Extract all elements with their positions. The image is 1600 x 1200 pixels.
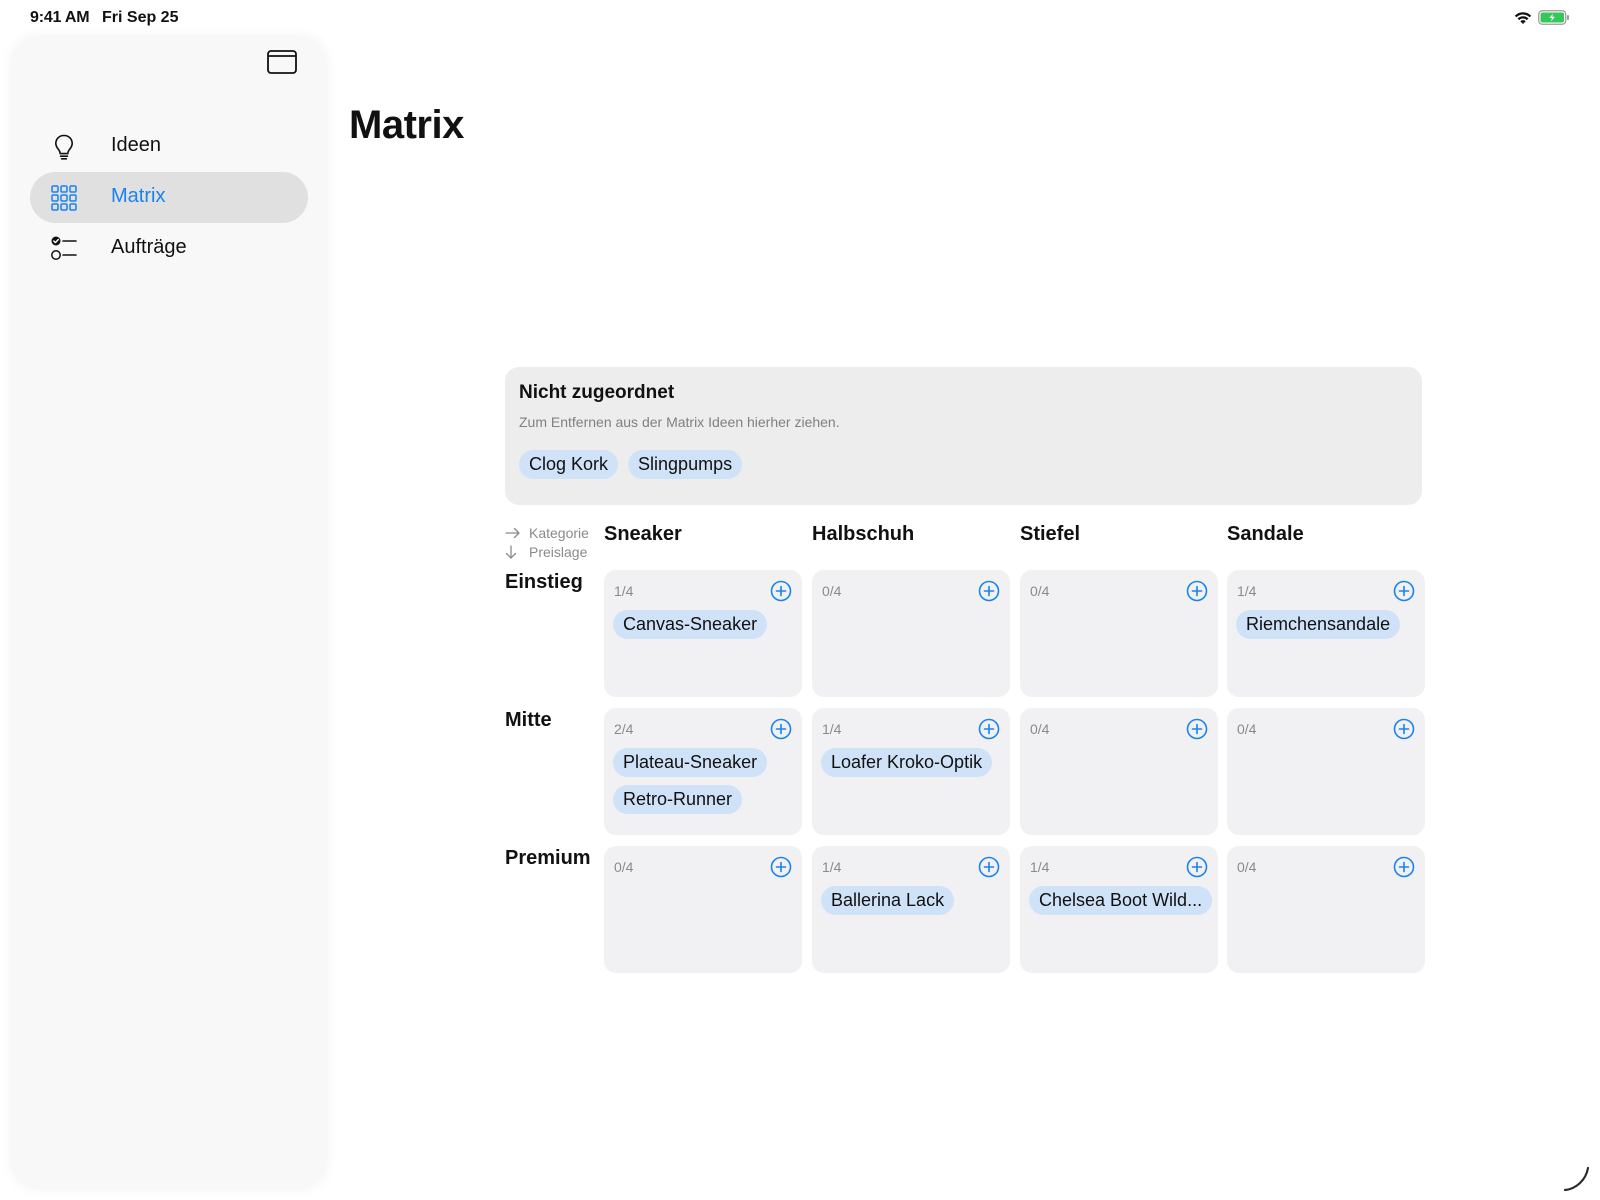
sidebar-item-label: Ideen — [111, 134, 162, 156]
idea-chip[interactable]: Plateau-Sneaker — [613, 748, 768, 777]
cell-count: 1/4 — [1237, 583, 1257, 599]
cell-chip-list: Plateau-Sneaker Retro-Runner — [613, 748, 768, 814]
add-circle-icon[interactable] — [1393, 856, 1415, 878]
cell-count: 0/4 — [1030, 721, 1050, 737]
arrow-down-icon — [505, 544, 517, 559]
status-bar: 9:41 AM Fri Sep 25 — [0, 0, 1600, 36]
cell-count: 1/4 — [822, 721, 842, 737]
grid-icon — [51, 185, 77, 211]
status-icons — [1514, 10, 1570, 25]
matrix-cell[interactable]: 0/4 — [1020, 570, 1218, 697]
matrix-cell[interactable]: 1/4 Canvas-Sneaker — [604, 570, 802, 697]
row-header-einstieg: Einstieg — [505, 571, 583, 593]
idea-chip[interactable]: Canvas-Sneaker — [613, 610, 768, 639]
lightbulb-icon — [54, 134, 74, 160]
cell-count: 1/4 — [614, 583, 634, 599]
sidebar-item-label: Aufträge — [111, 236, 187, 258]
unassigned-hint: Zum Entfernen aus der Matrix Ideen hierh… — [519, 414, 840, 430]
resize-corner-icon — [1563, 1166, 1590, 1192]
axis-columns-label: Kategorie — [529, 524, 589, 541]
checklist-icon — [51, 236, 77, 260]
sidebar-item-auftraege[interactable]: Aufträge — [30, 223, 308, 274]
sidebar: Ideen Matrix Aufträge — [12, 37, 326, 1188]
add-circle-icon[interactable] — [770, 580, 792, 602]
matrix-cell[interactable]: 1/4 Riemchensandale — [1227, 570, 1425, 697]
matrix-cell[interactable]: 1/4 Loafer Kroko-Optik — [812, 708, 1010, 835]
cell-count: 1/4 — [822, 859, 842, 875]
matrix-cell[interactable]: 0/4 — [1020, 708, 1218, 835]
cell-count: 0/4 — [1237, 721, 1257, 737]
battery-icon — [1538, 10, 1569, 25]
cell-chip-list: Ballerina Lack — [821, 886, 955, 915]
add-circle-icon[interactable] — [1186, 580, 1208, 602]
idea-chip[interactable]: Loafer Kroko-Optik — [821, 748, 993, 777]
unassigned-drop-zone[interactable]: Nicht zugeordnet Zum Entfernen aus der M… — [505, 367, 1422, 505]
cell-chip-list: Riemchensandale — [1236, 610, 1401, 639]
add-circle-icon[interactable] — [1393, 580, 1415, 602]
cell-count: 0/4 — [1030, 583, 1050, 599]
sidebar-item-label: Matrix — [111, 185, 166, 207]
sidebar-item-matrix[interactable]: Matrix — [30, 172, 308, 223]
idea-chip[interactable]: Clog Kork — [519, 450, 619, 479]
matrix-cell[interactable]: 0/4 — [1227, 708, 1425, 835]
axis-rows-label: Preislage — [529, 543, 588, 560]
arrow-right-icon — [505, 527, 520, 538]
wifi-icon — [1514, 11, 1532, 24]
sidebar-item-ideen[interactable]: Ideen — [30, 121, 308, 172]
unassigned-chip-list: Clog Kork Slingpumps — [519, 450, 743, 479]
idea-chip[interactable]: Chelsea Boot Wild... — [1029, 886, 1213, 915]
add-circle-icon[interactable] — [1186, 856, 1208, 878]
add-circle-icon[interactable] — [770, 856, 792, 878]
cell-count: 1/4 — [1030, 859, 1050, 875]
matrix-cell[interactable]: 2/4 Plateau-Sneaker Retro-Runner — [604, 708, 802, 835]
idea-chip[interactable]: Retro-Runner — [613, 785, 743, 814]
add-circle-icon[interactable] — [1186, 718, 1208, 740]
matrix-cell[interactable]: 0/4 — [812, 570, 1010, 697]
idea-chip[interactable]: Slingpumps — [628, 450, 743, 479]
row-header-mitte: Mitte — [505, 709, 552, 731]
matrix-cell[interactable]: 0/4 — [1227, 846, 1425, 973]
cell-count: 0/4 — [822, 583, 842, 599]
cell-count: 0/4 — [614, 859, 634, 875]
add-circle-icon[interactable] — [978, 580, 1000, 602]
axis-legend: Kategorie Preislage — [505, 523, 589, 561]
column-header-sandale: Sandale — [1227, 523, 1304, 545]
matrix-cell[interactable]: 0/4 — [604, 846, 802, 973]
idea-chip[interactable]: Ballerina Lack — [821, 886, 955, 915]
unassigned-title: Nicht zugeordnet — [519, 382, 675, 403]
column-header-sneaker: Sneaker — [604, 523, 682, 545]
idea-chip[interactable]: Riemchensandale — [1236, 610, 1401, 639]
cell-chip-list: Chelsea Boot Wild... — [1029, 886, 1213, 915]
column-header-stiefel: Stiefel — [1020, 523, 1081, 545]
row-header-premium: Premium — [505, 847, 591, 869]
column-header-halbschuh: Halbschuh — [812, 523, 915, 545]
add-circle-icon[interactable] — [978, 856, 1000, 878]
add-circle-icon[interactable] — [770, 718, 792, 740]
add-circle-icon[interactable] — [978, 718, 1000, 740]
matrix-cell[interactable]: 1/4 Ballerina Lack — [812, 846, 1010, 973]
sidebar-toggle-icon[interactable] — [267, 50, 297, 74]
cell-count: 2/4 — [614, 721, 634, 737]
matrix-cell[interactable]: 1/4 Chelsea Boot Wild... — [1020, 846, 1218, 973]
add-circle-icon[interactable] — [1393, 718, 1415, 740]
page-title: Matrix — [349, 103, 464, 147]
status-time: 9:41 AM — [30, 9, 90, 26]
status-date: Fri Sep 25 — [102, 9, 179, 26]
cell-count: 0/4 — [1237, 859, 1257, 875]
cell-chip-list: Loafer Kroko-Optik — [821, 748, 993, 777]
cell-chip-list: Canvas-Sneaker — [613, 610, 768, 639]
